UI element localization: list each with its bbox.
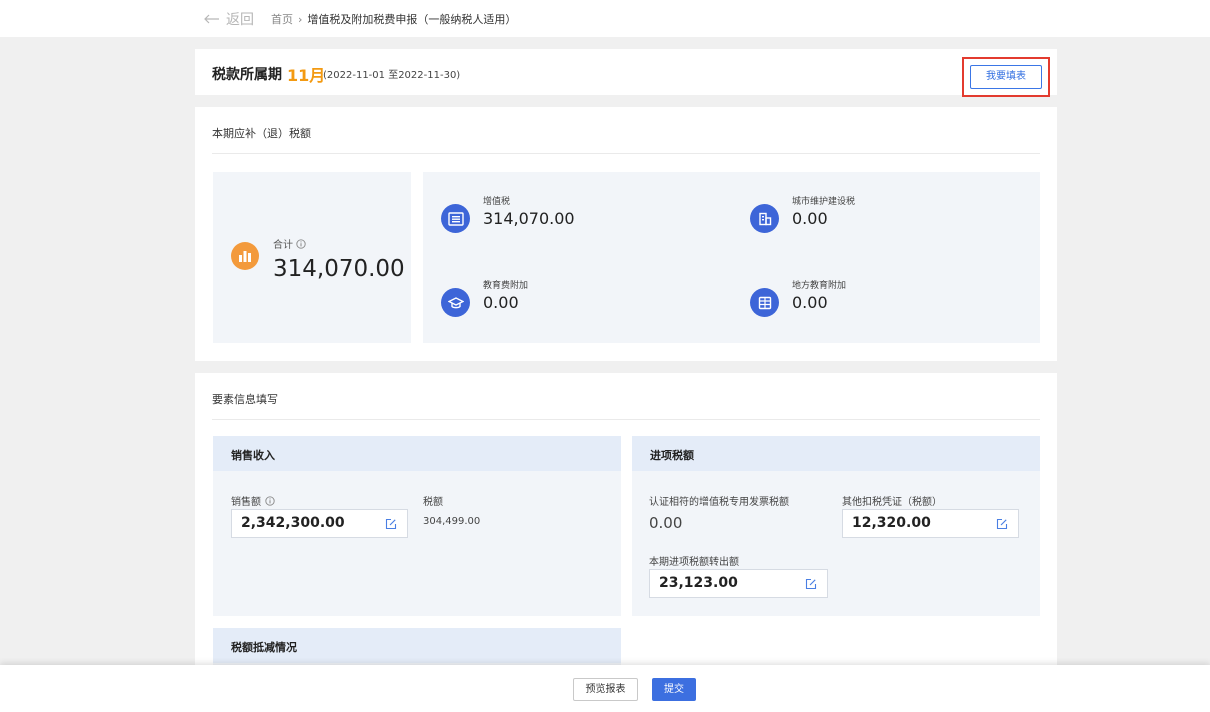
element-info-card: 要素信息填写 销售收入 销售额 2,342,300.00 税额 304,499.… (195, 373, 1057, 673)
total-label-text: 合计 (273, 240, 293, 251)
tax-item-label: 城市维护建设税 (792, 197, 856, 207)
footer-bar: 预览报表 提交 (0, 665, 1210, 712)
preview-report-button[interactable]: 预览报表 (573, 678, 638, 701)
element-info-title: 要素信息填写 (212, 393, 278, 406)
tax-item-vat: 增值税 314,070.00 (441, 194, 691, 244)
submit-button[interactable]: 提交 (652, 678, 696, 701)
breadcrumb: 首页 › 增值税及附加税费申报（一般纳税人适用） (271, 11, 516, 27)
tax-summary-card: 本期应补（退）税额 合计 314,070.00 增值税 314,070.00 城… (195, 107, 1057, 361)
divider (212, 419, 1040, 420)
sales-amount-value: 2,342,300.00 (241, 515, 345, 531)
tax-deduction-section-title: 税额抵减情况 (231, 641, 297, 654)
tax-item-label: 教育费附加 (483, 281, 529, 291)
other-deduction-label: 其他扣税凭证（税额） (842, 497, 942, 508)
graduation-cap-icon (441, 288, 470, 317)
fill-form-button[interactable]: 我要填表 (970, 65, 1042, 89)
input-tax-section: 进项税额 认证相符的增值税专用发票税额 0.00 其他扣税凭证（税额） 12,3… (632, 436, 1040, 616)
tax-item-value: 0.00 (483, 293, 519, 312)
input-tax-transfer-value: 23,123.00 (659, 575, 738, 591)
arrow-left-icon (204, 14, 219, 24)
input-tax-transfer-label: 本期进项税额转出额 (649, 557, 739, 568)
certified-invoice-tax-label: 认证相符的增值税专用发票税额 (649, 497, 789, 508)
total-label: 合计 (273, 236, 306, 251)
fill-button-highlight: 我要填表 (962, 57, 1050, 97)
grid-table-icon (750, 288, 779, 317)
tax-item-label: 增值税 (483, 197, 511, 207)
total-value: 314,070.00 (273, 256, 405, 282)
back-label: 返回 (226, 12, 254, 28)
period-range: (2022-11-01 至2022-11-30) (323, 70, 461, 81)
sales-amount-label: 销售额 (231, 493, 275, 508)
tax-item-label: 地方教育附加 (792, 281, 847, 291)
tax-summary-title: 本期应补（退）税额 (212, 127, 311, 140)
back-link[interactable]: 返回 (204, 9, 254, 29)
edit-icon[interactable] (805, 578, 817, 590)
period-label: 税款所属期 (212, 67, 282, 83)
other-deduction-input[interactable]: 12,320.00 (842, 509, 1019, 538)
sales-section-header: 销售收入 (213, 436, 621, 471)
edit-icon[interactable] (996, 518, 1008, 530)
chevron-right-icon: › (298, 12, 303, 26)
info-icon[interactable] (265, 495, 275, 506)
tax-item-local-education: 地方教育附加 0.00 (750, 278, 1000, 328)
building-icon (750, 204, 779, 233)
edit-icon[interactable] (385, 518, 397, 530)
period-month: 11月 (287, 66, 326, 85)
info-icon[interactable] (296, 238, 306, 249)
sales-amount-label-text: 销售额 (231, 497, 261, 508)
tax-items-panel: 增值税 314,070.00 城市维护建设税 0.00 教育费附加 0.00 地… (423, 172, 1040, 343)
top-bar: 返回 首页 › 增值税及附加税费申报（一般纳税人适用） (0, 0, 1210, 37)
breadcrumb-current: 增值税及附加税费申报（一般纳税人适用） (307, 13, 517, 26)
tax-period-bar: 税款所属期 11月 (2022-11-01 至2022-11-30) 我要填表 (195, 49, 1057, 97)
tax-item-education-surcharge: 教育费附加 0.00 (441, 278, 691, 328)
tax-item-value: 0.00 (792, 293, 828, 312)
sales-tax-value: 304,499.00 (423, 516, 481, 527)
divider (212, 153, 1040, 154)
tax-deduction-section-header: 税额抵减情况 (213, 628, 621, 663)
certified-invoice-tax-value: 0.00 (649, 514, 683, 532)
breadcrumb-home[interactable]: 首页 (271, 11, 293, 27)
input-tax-section-title: 进项税额 (650, 449, 694, 462)
sales-amount-input[interactable]: 2,342,300.00 (231, 509, 408, 538)
sales-tax-label: 税额 (423, 497, 443, 508)
input-tax-transfer-input[interactable]: 23,123.00 (649, 569, 828, 598)
bar-chart-icon (231, 242, 259, 270)
sales-section: 销售收入 销售额 2,342,300.00 税额 304,499.00 (213, 436, 621, 616)
tax-item-urban-construction: 城市维护建设税 0.00 (750, 194, 1000, 244)
sales-section-title: 销售收入 (231, 449, 275, 462)
tax-item-value: 314,070.00 (483, 209, 575, 228)
other-deduction-value: 12,320.00 (852, 515, 931, 531)
tax-item-value: 0.00 (792, 209, 828, 228)
tax-document-icon (441, 204, 470, 233)
input-tax-section-header: 进项税额 (632, 436, 1040, 471)
total-panel: 合计 314,070.00 (213, 172, 411, 343)
